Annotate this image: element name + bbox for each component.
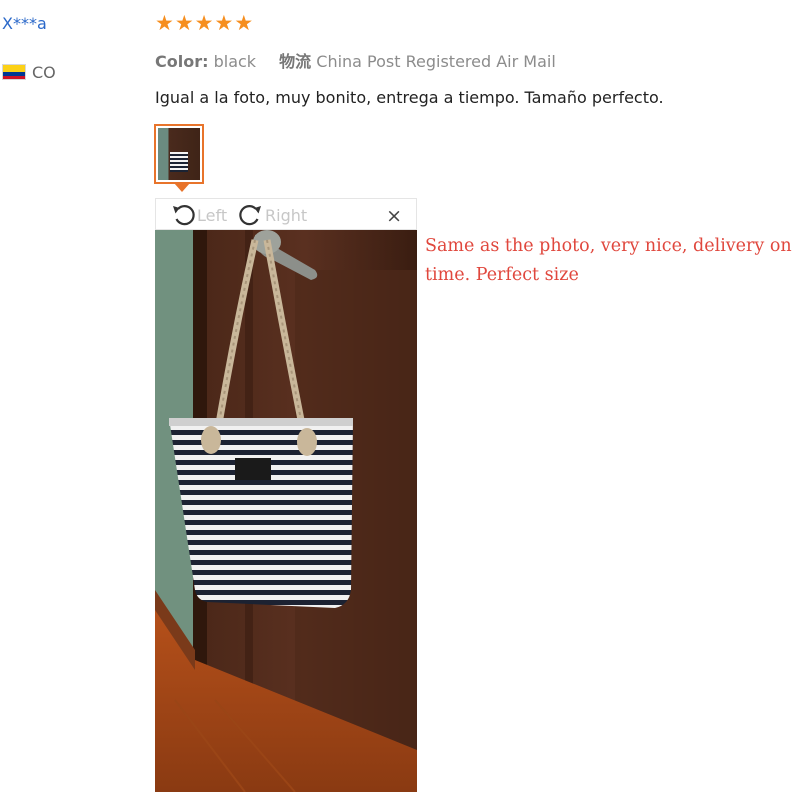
country-code: CO: [32, 62, 56, 82]
thumbnail-image: [158, 128, 200, 180]
colombia-flag-icon: [2, 64, 26, 80]
rotate-left-icon: [173, 205, 195, 226]
star-icon: ★: [174, 11, 194, 35]
rotate-left-label: Left: [197, 205, 228, 225]
photo-viewer: Left Right ×: [155, 198, 417, 792]
shipping-label: 物流: [279, 52, 312, 71]
thumbnail-pointer: [174, 183, 190, 192]
rotate-left-button[interactable]: Left: [170, 203, 227, 227]
reviewer-country: CO: [2, 62, 56, 82]
close-icon[interactable]: ×: [386, 205, 402, 227]
rotate-right-button[interactable]: Right: [238, 203, 307, 227]
review-text: Igual a la foto, muy bonito, entrega a t…: [155, 88, 664, 107]
star-icon: ★: [234, 11, 254, 35]
order-info: Color: black 物流 China Post Registered Ai…: [155, 48, 556, 72]
review-translation: Same as the photo, very nice, delivery o…: [425, 236, 792, 285]
rotate-right-icon: [239, 205, 261, 226]
star-icon: ★: [155, 11, 174, 35]
color-label: Color:: [155, 52, 209, 71]
review-photo-thumbnail[interactable]: [154, 124, 204, 184]
color-value: black: [213, 52, 257, 71]
star-rating: ★ ★ ★ ★ ★: [155, 12, 253, 34]
photo-viewer-toolbar: Left Right ×: [155, 198, 417, 230]
rotate-right-label: Right: [265, 205, 308, 225]
review-photo: [155, 230, 417, 792]
star-icon: ★: [214, 11, 234, 35]
tote-bag-photo: [155, 230, 417, 792]
reviewer-name[interactable]: X***a: [2, 14, 47, 33]
shipping-value: China Post Registered Air Mail: [316, 52, 556, 71]
star-icon: ★: [194, 11, 214, 35]
